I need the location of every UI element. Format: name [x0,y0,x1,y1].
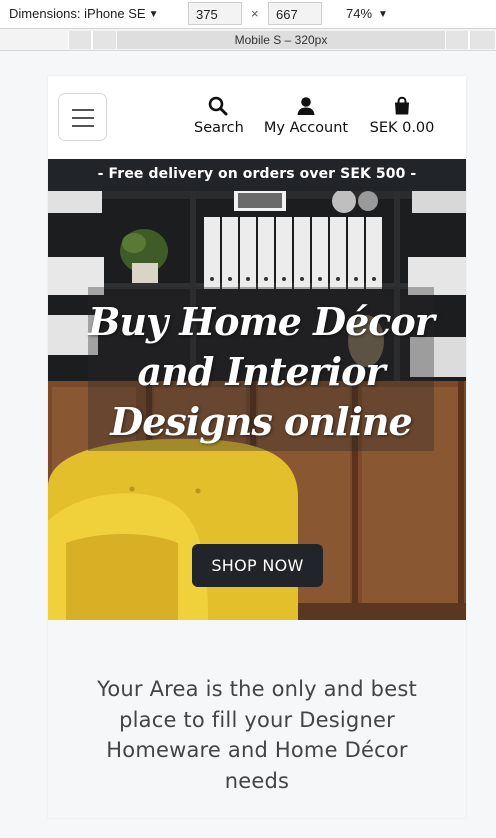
nav-account[interactable]: My Account [262,96,350,136]
site-header: Search My Account SEK 0.00 [48,76,466,159]
media-query-ruler: Mobile S – 320px [0,29,496,51]
nav-cart-total: SEK 0.00 [369,120,435,136]
dimension-separator: × [251,6,259,21]
ruler-segment[interactable] [469,31,496,49]
device-select-label: Dimensions: iPhone SE [9,6,146,21]
hamburger-icon [72,125,94,127]
devtools-toolbar: Dimensions: iPhone SE ▼ 375 × 667 74% ▼ [0,0,496,29]
nav-search-label: Search [194,120,244,136]
menu-toggle-button[interactable] [58,93,107,141]
device-viewport: Search My Account SEK 0.00 - Free delive… [48,76,466,818]
caret-down-icon: ▼ [378,9,388,20]
hero-section: Buy Home Décor and Interior Designs onli… [48,191,466,620]
ruler-segment[interactable] [445,31,469,49]
hamburger-icon [72,109,94,111]
ruler-mobile-s[interactable]: Mobile S – 320px [117,31,445,49]
free-delivery-text: - Free delivery on orders over SEK 500 - [97,166,417,182]
hero-title-panel: Buy Home Décor and Interior Designs onli… [88,287,435,451]
ruler-segment[interactable] [92,31,117,49]
nav-account-label: My Account [263,120,349,136]
shopping-bag-icon [395,96,409,115]
zoom-select[interactable]: 74% ▼ [346,6,388,21]
width-input[interactable]: 375 [188,2,242,25]
height-input[interactable]: 667 [268,2,322,25]
tagline-text: Your Area is the only and best place to … [97,677,417,793]
shop-now-button[interactable]: SHOP NOW [192,544,323,587]
device-select[interactable]: Dimensions: iPhone SE ▼ [9,6,158,21]
zoom-label: 74% [346,6,373,21]
hero-title: Buy Home Décor and Interior Designs onli… [88,299,435,444]
user-icon [297,97,315,115]
caret-down-icon: ▼ [148,9,159,20]
nav-search[interactable]: Search [194,96,244,136]
free-delivery-banner: - Free delivery on orders over SEK 500 - [48,159,466,191]
tagline-section: Your Area is the only and best place to … [48,620,466,818]
nav-cart[interactable]: SEK 0.00 [366,96,438,136]
search-icon [208,96,228,116]
ruler-segment[interactable] [68,31,92,49]
hamburger-icon [72,117,94,119]
